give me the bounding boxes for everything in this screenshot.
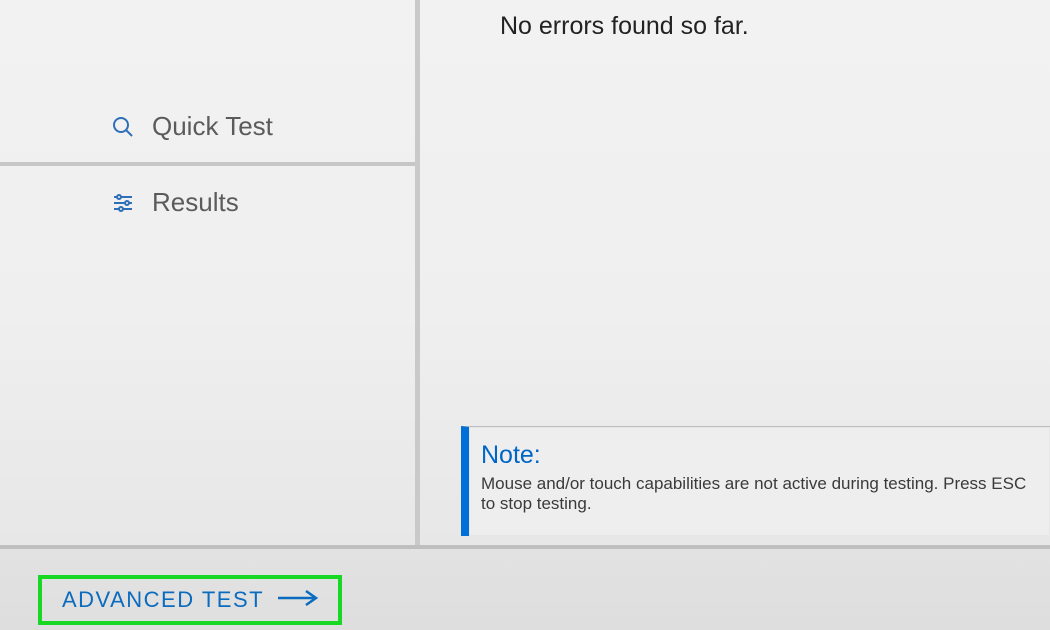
main-panel: No errors found so far. Note: Mouse and/… [425, 0, 1050, 545]
sidebar-item-quick-test[interactable]: Quick Test [0, 90, 415, 166]
note-title: Note: [481, 441, 1040, 470]
sidebar-item-results[interactable]: Results [0, 166, 415, 239]
footer: ADVANCED TEST [0, 545, 1050, 630]
advanced-test-button[interactable]: ADVANCED TEST [38, 575, 342, 625]
sliders-icon [110, 190, 136, 216]
sidebar: Quick Test Results [0, 0, 420, 545]
note-box: Note: Mouse and/or touch capabilities ar… [461, 426, 1050, 536]
search-icon [110, 114, 136, 140]
advanced-test-label: ADVANCED TEST [62, 587, 264, 613]
status-message: No errors found so far. [500, 12, 749, 41]
sidebar-item-label: Results [152, 187, 239, 218]
sidebar-item-label: Quick Test [152, 111, 273, 142]
note-body: Mouse and/or touch capabilities are not … [481, 474, 1040, 514]
arrow-right-icon [276, 589, 320, 612]
